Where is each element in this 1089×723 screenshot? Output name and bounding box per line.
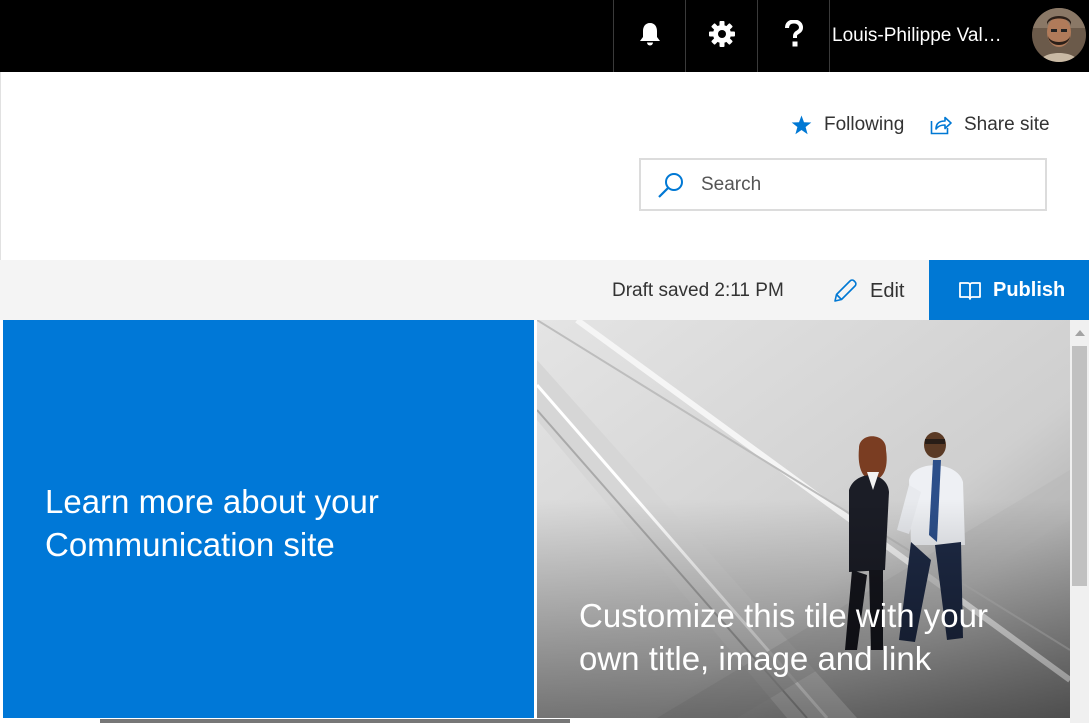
next-section-peek: [100, 719, 570, 723]
hero-tile-customize[interactable]: Customize this tile with your own title,…: [537, 320, 1070, 718]
user-menu-button[interactable]: Louis-Philippe Val…: [829, 0, 1089, 72]
hero-tile-title: Customize this tile with your own title,…: [579, 597, 988, 677]
following-label: Following: [824, 114, 905, 135]
bell-icon: [638, 21, 662, 52]
following-button[interactable]: Following: [791, 114, 904, 136]
suite-bar: Louis-Philippe Val…: [0, 0, 1089, 72]
hero-tile-learn-more[interactable]: Learn more about your Communication site: [3, 320, 534, 718]
vertical-scrollbar[interactable]: [1070, 320, 1089, 723]
hero-tile-title: Learn more about your Communication site: [45, 483, 379, 563]
command-bar: Draft saved 2:11 PM Edit Publish: [0, 260, 1089, 320]
share-site-label: Share site: [964, 114, 1050, 135]
share-icon: [930, 115, 952, 135]
notifications-button[interactable]: [613, 0, 685, 72]
pencil-icon: [832, 278, 858, 304]
arrow-up-icon: [1074, 323, 1085, 341]
settings-button[interactable]: [685, 0, 757, 72]
question-icon: [783, 18, 805, 53]
site-header: Following Share site: [0, 72, 1089, 260]
scroll-up-button[interactable]: [1070, 324, 1089, 340]
publish-label: Publish: [993, 278, 1066, 301]
user-name: Louis-Philippe Val…: [832, 25, 1002, 46]
scroll-thumb[interactable]: [1072, 346, 1087, 586]
search-box[interactable]: [639, 158, 1047, 211]
hero-webpart: Learn more about your Communication site: [0, 320, 1070, 723]
share-site-button[interactable]: Share site: [930, 114, 1050, 136]
gear-icon: [708, 20, 736, 53]
search-icon: [657, 172, 685, 198]
search-input[interactable]: [701, 173, 1021, 196]
edit-label: Edit: [870, 279, 905, 302]
edit-button[interactable]: Edit: [832, 278, 904, 304]
book-icon: [959, 281, 981, 300]
publish-button[interactable]: Publish: [929, 260, 1089, 320]
help-button[interactable]: [757, 0, 829, 72]
draft-status: Draft saved 2:11 PM: [612, 280, 784, 301]
avatar[interactable]: [1032, 8, 1086, 62]
star-icon: [791, 115, 812, 135]
